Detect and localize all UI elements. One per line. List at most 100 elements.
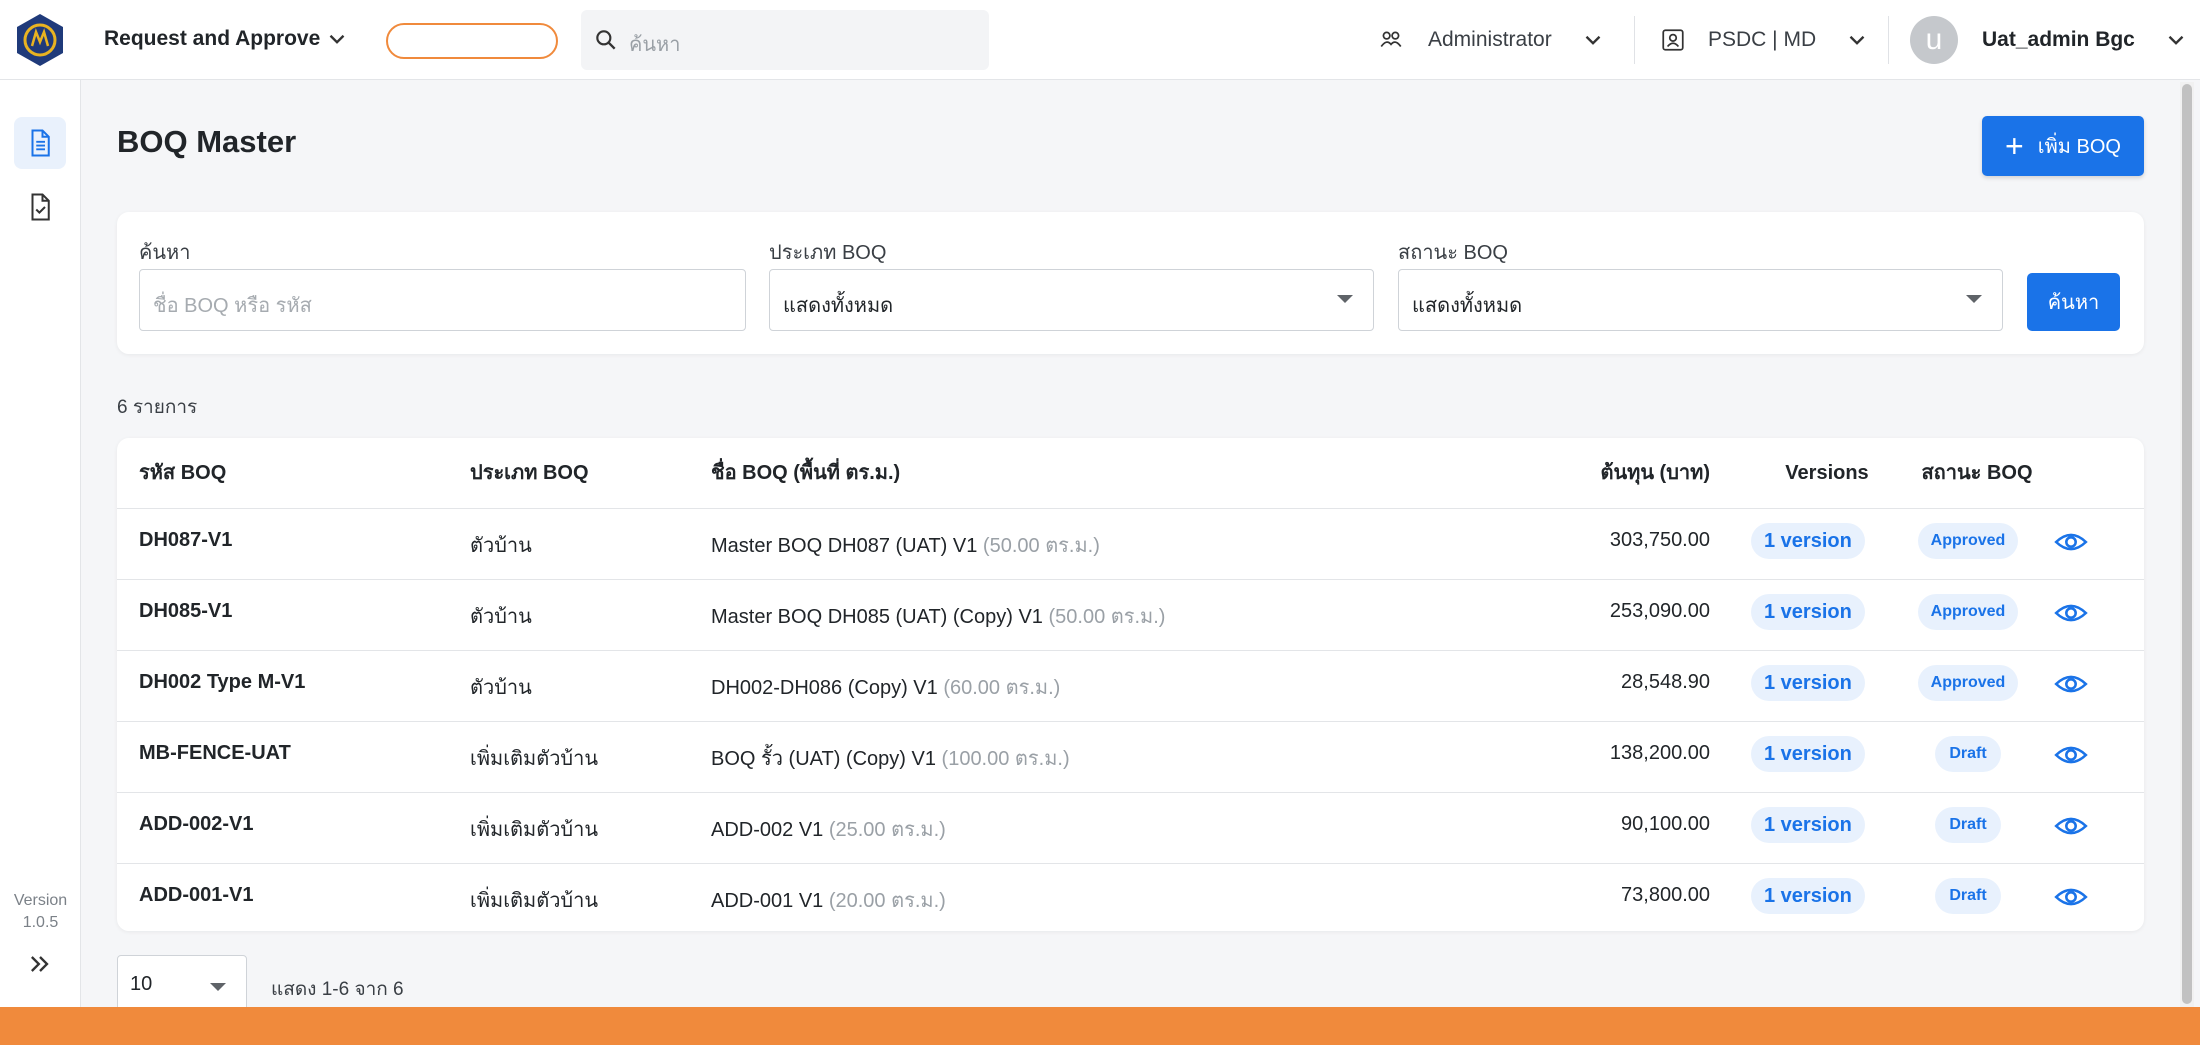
versions-chip[interactable]: 1 version — [1751, 523, 1865, 559]
boq-table: รหัส BOQ ประเภท BOQ ชื่อ BOQ (พื้นที่ ตร… — [117, 438, 2144, 931]
role-selector[interactable]: Administrator — [1378, 24, 1606, 56]
boq-status-select[interactable]: แสดงทั้งหมด — [1398, 269, 2003, 331]
status-badge: Draft — [1935, 736, 2001, 772]
footer-bar — [0, 1007, 2200, 1045]
sidebar-item-boq[interactable] — [14, 117, 66, 169]
status-badge: Draft — [1935, 878, 2001, 914]
boq-area: (50.00 ตร.ม.) — [1048, 606, 1166, 628]
sidebar-item-approval[interactable] — [14, 181, 66, 233]
boq-area: (20.00 ตร.ม.) — [828, 890, 946, 912]
pagination-info: แสดง 1-6 จาก 6 — [271, 979, 404, 1000]
app-title[interactable]: Request and Approve — [104, 27, 320, 51]
boq-type: เพิ่มเติมตัวบ้าน — [470, 890, 599, 912]
avatar: u — [1910, 16, 1958, 64]
plus-icon: + — [2005, 128, 2024, 164]
role-label: Administrator — [1428, 28, 1552, 51]
view-eye-icon[interactable] — [2052, 738, 2090, 772]
boq-name: DH002-DH086 (Copy) V1 — [711, 677, 938, 699]
global-search-input[interactable]: ค้นหา — [581, 10, 989, 70]
boq-name-cell: Master BOQ DH085 (UAT) (Copy) V1 (50.00 … — [711, 600, 1165, 632]
status-badge: Approved — [1918, 665, 2018, 701]
document-check-icon — [31, 193, 50, 221]
divider — [1888, 16, 1889, 64]
column-header-status[interactable]: สถานะ BOQ — [1917, 438, 2037, 508]
versions-chip[interactable]: 1 version — [1751, 807, 1865, 843]
boq-code: ADD-002-V1 — [139, 813, 254, 835]
organization-label: PSDC | MD — [1708, 28, 1817, 51]
versions-chip[interactable]: 1 version — [1751, 665, 1865, 701]
column-header-type[interactable]: ประเภท BOQ — [470, 438, 589, 508]
search-icon — [596, 30, 616, 50]
view-eye-icon[interactable] — [2052, 596, 2090, 630]
table-row[interactable]: ADD-001-V1 เพิ่มเติมตัวบ้าน ADD-001 V1 (… — [117, 863, 2144, 931]
dropdown-arrow-icon — [1966, 295, 1982, 303]
column-header-code[interactable]: รหัส BOQ — [139, 438, 226, 508]
versions-chip[interactable]: 1 version — [1751, 594, 1865, 630]
column-header-cost[interactable]: ต้นทุน (บาท) — [1490, 438, 1710, 508]
boq-type: ตัวบ้าน — [470, 677, 532, 699]
boq-type: ตัวบ้าน — [470, 535, 532, 557]
global-search-placeholder: ค้นหา — [629, 34, 681, 56]
view-eye-icon[interactable] — [2052, 809, 2090, 843]
chevron-down-icon — [1585, 35, 1601, 45]
boq-cost: 28,548.90 — [1621, 671, 1710, 693]
divider — [1634, 16, 1635, 64]
status-badge: Approved — [1918, 594, 2018, 630]
boq-code: ADD-001-V1 — [139, 884, 254, 906]
boq-cost: 138,200.00 — [1609, 742, 1710, 764]
boq-code: DH085-V1 — [139, 600, 233, 622]
company-logo-icon[interactable] — [14, 12, 66, 68]
boq-search-placeholder: ชื่อ BOQ หรือ รหัส — [153, 295, 312, 317]
boq-cost: 73,800.00 — [1621, 884, 1710, 906]
user-name: Uat_admin Bgc — [1982, 28, 2135, 51]
table-row[interactable]: MB-FENCE-UAT เพิ่มเติมตัวบ้าน BOQ รั้ว (… — [117, 721, 2144, 792]
versions-chip[interactable]: 1 version — [1751, 878, 1865, 914]
dropdown-arrow-icon — [1337, 295, 1353, 303]
expand-sidebar-icon[interactable] — [26, 950, 54, 978]
boq-type-label: ประเภท BOQ — [769, 242, 887, 264]
boq-code: DH002 Type M-V1 — [139, 671, 306, 693]
boq-area: (60.00 ตร.ม.) — [943, 677, 1061, 699]
boq-code: MB-FENCE-UAT — [139, 742, 291, 764]
boq-search-input[interactable]: ชื่อ BOQ หรือ รหัส — [139, 269, 746, 331]
page-size-value: 10 — [130, 973, 153, 995]
page-scrollbar[interactable] — [2180, 82, 2194, 1007]
boq-name-cell: Master BOQ DH087 (UAT) V1 (50.00 ตร.ม.) — [711, 529, 1100, 561]
sidebar: Version 1.0.5 — [0, 80, 81, 1007]
column-header-versions[interactable]: Versions — [1767, 438, 1887, 508]
view-eye-icon[interactable] — [2052, 525, 2090, 559]
organization-selector[interactable]: PSDC | MD — [1660, 24, 1870, 56]
badge-icon — [1662, 29, 1684, 51]
user-menu[interactable]: u Uat_admin Bgc — [1910, 16, 2189, 64]
boq-type-select[interactable]: แสดงทั้งหมด — [769, 269, 1374, 331]
column-header-name[interactable]: ชื่อ BOQ (พื้นที่ ตร.ม.) — [711, 438, 900, 508]
chevron-down-icon[interactable] — [324, 26, 350, 52]
boq-type-value: แสดงทั้งหมด — [783, 295, 894, 317]
table-row[interactable]: ADD-002-V1 เพิ่มเติมตัวบ้าน ADD-002 V1 (… — [117, 792, 2144, 863]
boq-cost: 253,090.00 — [1609, 600, 1710, 622]
boq-cost: 90,100.00 — [1621, 813, 1710, 835]
users-icon — [1380, 31, 1402, 48]
environment-pill — [386, 23, 558, 59]
view-eye-icon[interactable] — [2052, 880, 2090, 914]
boq-area: (25.00 ตร.ม.) — [828, 819, 946, 841]
boq-type: ตัวบ้าน — [470, 606, 532, 628]
boq-type: เพิ่มเติมตัวบ้าน — [470, 748, 599, 770]
boq-name-cell: DH002-DH086 (Copy) V1 (60.00 ตร.ม.) — [711, 671, 1060, 703]
add-boq-button[interactable]: + เพิ่ม BOQ — [1982, 116, 2144, 176]
document-list-icon — [31, 129, 50, 157]
scrollbar-thumb[interactable] — [2182, 84, 2192, 1004]
boq-cost: 303,750.00 — [1609, 529, 1710, 551]
boq-code: DH087-V1 — [139, 529, 233, 551]
view-eye-icon[interactable] — [2052, 667, 2090, 701]
top-bar: Request and Approve ค้นหา Administrator … — [0, 0, 2200, 80]
status-badge: Draft — [1935, 807, 2001, 843]
search-button[interactable]: ค้นหา — [2027, 273, 2120, 331]
boq-area: (100.00 ตร.ม.) — [941, 748, 1070, 770]
page-title: BOQ Master — [117, 124, 297, 159]
table-row[interactable]: DH087-V1 ตัวบ้าน Master BOQ DH087 (UAT) … — [117, 508, 2144, 579]
table-row[interactable]: DH085-V1 ตัวบ้าน Master BOQ DH085 (UAT) … — [117, 579, 2144, 650]
table-row[interactable]: DH002 Type M-V1 ตัวบ้าน DH002-DH086 (Cop… — [117, 650, 2144, 721]
app-version: Version 1.0.5 — [0, 890, 81, 934]
versions-chip[interactable]: 1 version — [1751, 736, 1865, 772]
